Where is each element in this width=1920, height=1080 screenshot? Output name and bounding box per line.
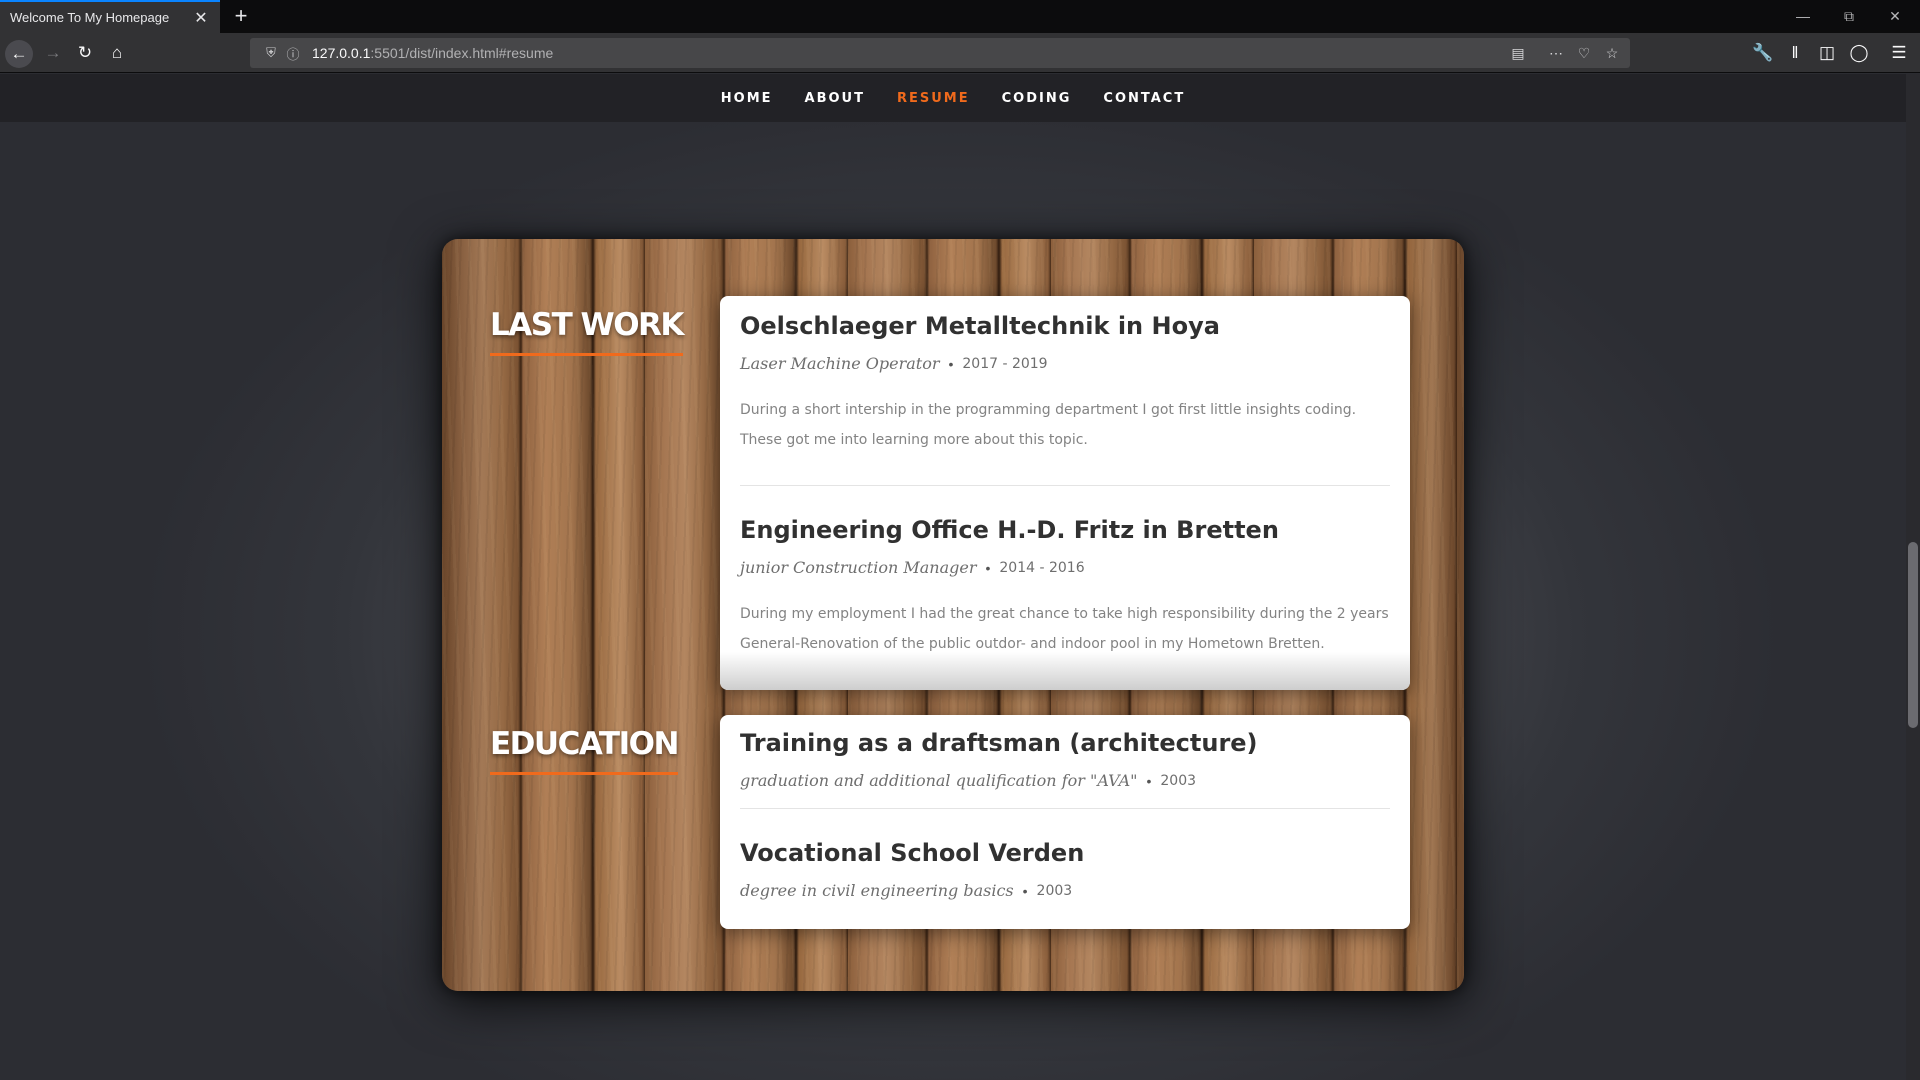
education-card: Training as a draftsman (architecture) g… xyxy=(720,715,1410,929)
entry-meta: graduation and additional qualification … xyxy=(740,771,1390,790)
nav-link-home[interactable]: HOME xyxy=(721,91,773,106)
entry-title: Vocational School Verden xyxy=(740,839,1085,867)
restore-icon[interactable]: ⧉ xyxy=(1826,0,1872,33)
entry-meta: junior Construction Manager • 2014 - 201… xyxy=(740,558,1390,577)
nav-link-coding[interactable]: CODING xyxy=(1002,91,1072,106)
entry-title: Oelschlaeger Metalltechnik in Hoya xyxy=(740,312,1220,340)
entry-meta: Laser Machine Operator • 2017 - 2019 xyxy=(740,354,1390,373)
resume-board: LAST WORK Oelschlaeger Metalltechnik in … xyxy=(442,239,1464,991)
entry-role: junior Construction Manager xyxy=(740,558,977,577)
work-entry: Oelschlaeger Metalltechnik in Hoya Laser… xyxy=(740,296,1390,455)
entry-date: 2014 - 2016 xyxy=(999,559,1085,576)
entry-role: Laser Machine Operator xyxy=(740,354,940,373)
entry-title: Engineering Office H.-D. Fritz in Brette… xyxy=(740,516,1279,544)
nav-link-resume[interactable]: RESUME xyxy=(897,91,970,106)
browser-toolbar: ← → ↻ ⌂ ⛨ ⓘ 127.0.0.1:5501/dist/index.ht… xyxy=(0,33,1920,73)
sidebar-icon[interactable]: ◫ xyxy=(1814,40,1840,66)
info-icon[interactable]: ⓘ xyxy=(282,44,304,63)
library-icon[interactable]: ‖ xyxy=(1782,40,1808,66)
site-navigation: HOME ABOUT RESUME CODING CONTACT xyxy=(0,74,1906,122)
bullet-separator: • xyxy=(1146,772,1152,789)
nav-link-about[interactable]: ABOUT xyxy=(805,91,865,106)
bullet-separator: • xyxy=(985,559,991,576)
url-path: :5501/dist/index.html#resume xyxy=(370,45,554,61)
close-tab-icon[interactable]: ✕ xyxy=(192,8,210,28)
entry-meta: degree in civil engineering basics • 200… xyxy=(740,881,1390,900)
education-heading: EDUCATION xyxy=(490,726,679,775)
more-actions-icon[interactable]: ⋯ xyxy=(1544,41,1568,65)
address-bar[interactable]: ⛨ ⓘ 127.0.0.1:5501/dist/index.html#resum… xyxy=(250,38,1630,68)
entry-description: During my employment I had the great cha… xyxy=(740,599,1390,659)
back-arrow-icon[interactable]: ← xyxy=(5,40,33,68)
browser-tab-bar: Welcome To My Homepage ✕ + — ⧉ ✕ xyxy=(0,0,1920,33)
description-line: General-Renovation of the public outdor-… xyxy=(740,636,1325,652)
tab-title: Welcome To My Homepage xyxy=(10,10,170,25)
education-entry: Vocational School Verden degree in civil… xyxy=(740,809,1390,900)
work-card: Oelschlaeger Metalltechnik in Hoya Laser… xyxy=(720,296,1410,690)
education-entry: Training as a draftsman (architecture) g… xyxy=(740,715,1390,790)
wrench-icon[interactable]: 🔧 xyxy=(1750,40,1776,66)
last-work-heading: LAST WORK xyxy=(490,307,684,356)
url-host: 127.0.0.1 xyxy=(312,45,371,61)
reader-view-icon[interactable]: ▤ xyxy=(1506,41,1530,65)
entry-title: Training as a draftsman (architecture) xyxy=(740,729,1258,757)
scrollbar-thumb[interactable] xyxy=(1908,542,1918,728)
forward-arrow-icon[interactable]: → xyxy=(40,40,66,66)
page-scrollbar[interactable] xyxy=(1906,74,1920,1080)
shield-icon[interactable]: ⛨ xyxy=(260,45,282,61)
new-tab-button[interactable]: + xyxy=(228,4,254,30)
entry-date: 2003 xyxy=(1036,882,1073,899)
home-icon[interactable]: ⌂ xyxy=(104,40,130,66)
browser-tab[interactable]: Welcome To My Homepage ✕ xyxy=(0,0,220,33)
entry-role: degree in civil engineering basics xyxy=(740,881,1014,900)
bullet-separator: • xyxy=(1022,882,1028,899)
page-viewport: HOME ABOUT RESUME CODING CONTACT LAST WO… xyxy=(0,74,1906,1080)
entry-date: 2017 - 2019 xyxy=(962,355,1048,372)
entry-date: 2003 xyxy=(1160,772,1197,789)
nav-link-contact[interactable]: CONTACT xyxy=(1103,91,1185,106)
minimize-icon[interactable]: — xyxy=(1780,0,1826,33)
description-line: During my employment I had the great cha… xyxy=(740,606,1389,622)
bookmark-star-icon[interactable]: ☆ xyxy=(1600,41,1624,65)
work-entry: Engineering Office H.-D. Fritz in Brette… xyxy=(740,486,1390,659)
pocket-icon[interactable]: ♡ xyxy=(1572,41,1596,65)
menu-icon[interactable]: ☰ xyxy=(1886,40,1912,66)
url-text[interactable]: 127.0.0.1:5501/dist/index.html#resume xyxy=(312,45,553,61)
account-icon[interactable]: ◯ xyxy=(1846,40,1872,66)
description-line: These got me into learning more about th… xyxy=(740,432,1088,448)
entry-description: During a short intership in the programm… xyxy=(740,395,1390,455)
window-close-icon[interactable]: ✕ xyxy=(1872,0,1918,33)
reload-icon[interactable]: ↻ xyxy=(72,40,98,66)
entry-role: graduation and additional qualification … xyxy=(740,771,1138,790)
bullet-separator: • xyxy=(948,355,954,372)
description-line: During a short intership in the programm… xyxy=(740,402,1357,418)
